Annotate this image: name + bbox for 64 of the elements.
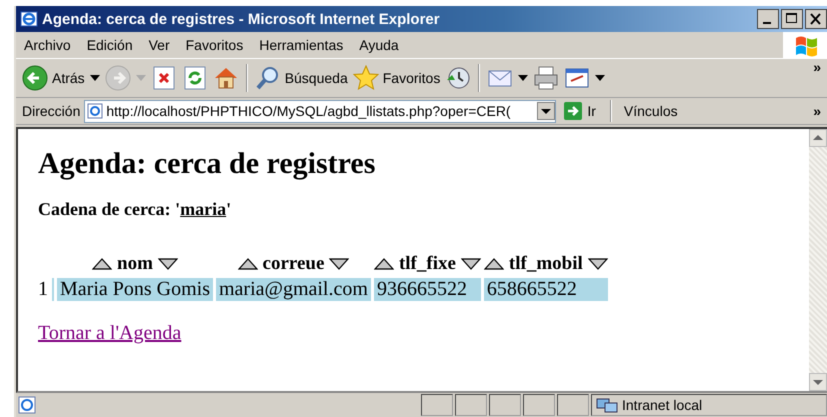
clock-icon[interactable] [445,65,472,91]
sort-descending-icon[interactable] [588,258,608,270]
links-button[interactable]: Vínculos [616,103,678,119]
close-button[interactable] [805,9,827,29]
table-cell: Maria Pons Gomis [57,278,213,301]
maximize-button[interactable] [781,9,803,29]
favorites-button[interactable]: Favoritos [352,65,440,91]
menu-item[interactable]: Archivo [16,37,79,53]
search-term-link[interactable]: maria [180,199,226,219]
page-icon [87,103,104,119]
zone-label: Intranet local [622,397,702,413]
menu-item[interactable]: Edición [78,37,141,53]
window-title: Agenda: cerca de registres - Microsoft Internet Explorer [42,10,441,28]
sort-ascending-icon[interactable] [374,258,394,270]
menu-item[interactable]: Herramientas [251,37,352,53]
status-pane [523,394,555,416]
menu-item[interactable]: Ver [140,37,178,53]
more-button[interactable]: » [813,103,827,119]
dropdown-arrow-icon[interactable] [595,75,606,81]
page-heading: Agenda: cerca de registres [38,147,376,181]
scroll-down-button[interactable] [809,373,827,391]
dropdown-arrow-icon[interactable] [90,75,100,81]
column-header: tlf_fixe [398,253,456,275]
search-button[interactable]: Búsqueda [254,65,348,91]
sort-descending-icon[interactable] [329,258,350,270]
address-label: Dirección [22,103,80,119]
go-button[interactable]: Ir [560,102,606,120]
status-pane [455,394,487,416]
status-pane [489,394,521,416]
column-header: correue [262,253,324,275]
refresh-icon[interactable] [182,65,208,91]
more-button[interactable]: » [813,59,827,75]
table-cell: 658665522 [484,278,608,301]
star-icon [352,65,379,91]
printer-icon[interactable] [533,65,560,91]
scroll-up-button[interactable] [809,129,827,147]
page-icon [18,396,36,414]
column-header: nom [117,253,153,275]
arrow-right-icon [564,102,582,120]
house-icon[interactable] [212,65,239,91]
back-link[interactable]: Tornar a l'Agenda [38,322,182,344]
sort-descending-icon[interactable] [460,258,481,270]
table-cell: maria@gmail.com [216,278,371,301]
row-number: 1 [38,278,48,300]
menu-item[interactable]: Favoritos [178,37,252,53]
scrollbar[interactable] [809,129,827,391]
search-string-text: Cadena de cerca: 'maria' [38,199,232,220]
sort-ascending-icon[interactable] [92,258,112,270]
status-pane [557,394,589,416]
dropdown-arrow-icon[interactable] [518,75,528,81]
sort-ascending-icon[interactable] [238,258,258,270]
sort-descending-icon[interactable] [158,258,178,270]
table-cell: 936665522 [374,278,481,301]
status-pane [421,394,453,416]
stop-icon[interactable] [150,65,177,91]
minimize-button[interactable] [757,9,779,29]
address-field[interactable]: http://localhost/PHPTHICO/MySQL/agbd_llistats.php?oper=CER( [84,100,556,122]
browser-icon [20,10,38,28]
magnifier-icon [254,65,281,91]
sort-ascending-icon[interactable] [484,258,504,270]
back-button[interactable]: Atrás [22,65,85,91]
menu-item[interactable]: Ayuda [351,37,407,53]
network-icon [596,396,618,414]
column-header: tlf_mobil [508,253,583,275]
